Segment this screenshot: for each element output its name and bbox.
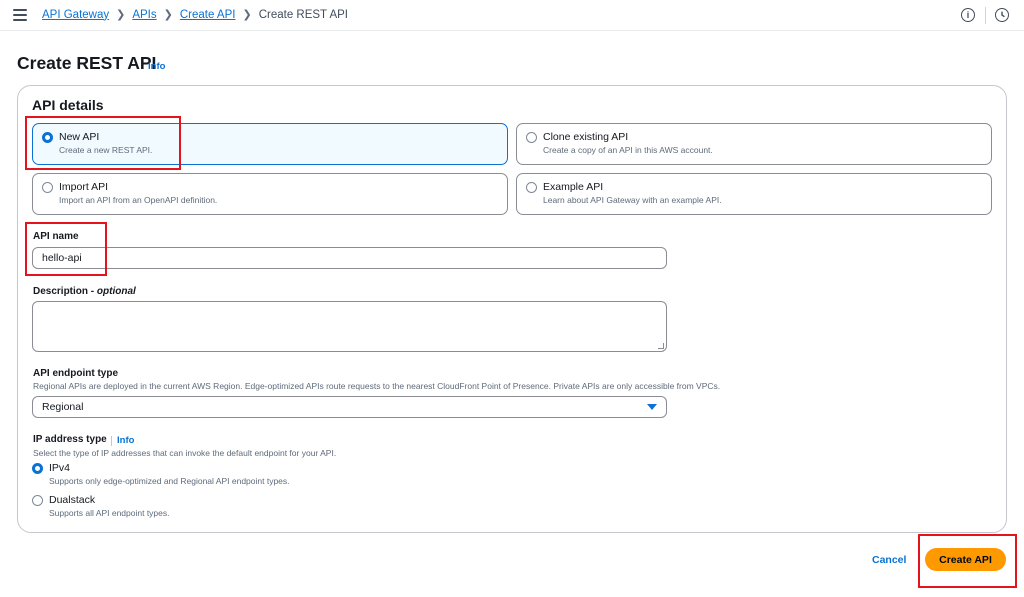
cancel-button[interactable]: Cancel	[872, 554, 906, 566]
page-info-link[interactable]: Info	[148, 61, 165, 72]
breadcrumb-current: Create REST API	[258, 8, 348, 21]
label-divider	[111, 436, 112, 446]
description-textarea[interactable]	[32, 301, 667, 352]
ip-address-type-info-link[interactable]: Info	[117, 435, 134, 446]
clock-icon[interactable]	[995, 8, 1009, 22]
info-circle-icon[interactable]: i	[961, 8, 975, 22]
ip-address-type-label: IP address type	[33, 434, 107, 445]
option-new-api[interactable]: New API Create a new REST API.	[32, 123, 508, 165]
breadcrumb-apis[interactable]: APIs	[132, 9, 156, 21]
option-label: Clone existing API	[543, 131, 629, 143]
description-label-text: Description -	[33, 286, 97, 297]
page-title: Create REST API	[17, 53, 157, 73]
dualstack-label: Dualstack	[49, 494, 96, 506]
api-details-heading: API details	[32, 97, 104, 113]
hamburger-menu-icon[interactable]	[13, 9, 27, 21]
clone-api-radio[interactable]	[526, 132, 537, 143]
chevron-right-icon: ❯	[116, 9, 126, 21]
resize-handle-icon[interactable]	[658, 343, 664, 349]
chevron-right-icon: ❯	[242, 9, 252, 21]
option-description: Learn about API Gateway with an example …	[543, 195, 722, 205]
option-example-api[interactable]: Example API Learn about API Gateway with…	[516, 173, 992, 215]
option-label: Import API	[59, 181, 109, 193]
chevron-right-icon: ❯	[163, 9, 173, 21]
breadcrumb-api-gateway[interactable]: API Gateway	[42, 9, 109, 21]
create-api-button[interactable]: Create API	[925, 548, 1006, 571]
ipv4-radio[interactable]	[32, 463, 43, 474]
dualstack-description: Supports all API endpoint types.	[49, 508, 170, 518]
import-api-radio[interactable]	[42, 182, 53, 193]
endpoint-type-label: API endpoint type	[33, 368, 118, 379]
new-api-radio[interactable]	[42, 132, 53, 143]
clock-hands	[1001, 11, 1005, 18]
option-label: New API	[59, 131, 100, 143]
example-api-radio[interactable]	[526, 182, 537, 193]
endpoint-type-select[interactable]: Regional	[32, 396, 667, 418]
caret-down-icon	[647, 404, 657, 410]
description-optional-text: optional	[96, 286, 136, 297]
dualstack-radio[interactable]	[32, 495, 43, 506]
option-description: Create a new REST API.	[59, 145, 153, 155]
option-clone-existing-api[interactable]: Clone existing API Create a copy of an A…	[516, 123, 992, 165]
endpoint-type-hint: Regional APIs are deployed in the curren…	[33, 381, 721, 391]
breadcrumb-create-api[interactable]: Create API	[180, 9, 236, 21]
option-import-api[interactable]: Import API Import an API from an OpenAPI…	[32, 173, 508, 215]
description-label: Description - optional	[33, 286, 136, 297]
breadcrumb: API Gateway ❯ APIs ❯ Create API ❯ Create…	[42, 8, 348, 22]
api-name-input[interactable]	[32, 247, 667, 269]
top-navigation-bar: API Gateway ❯ APIs ❯ Create API ❯ Create…	[0, 0, 1024, 31]
option-label: Example API	[543, 181, 604, 193]
ip-address-type-hint: Select the type of IP addresses that can…	[33, 448, 337, 458]
toolbar-divider	[985, 7, 986, 24]
option-description: Create a copy of an API in this AWS acco…	[543, 145, 713, 155]
ipv4-description: Supports only edge-optimized and Regiona…	[49, 476, 290, 486]
ipv4-label: IPv4	[49, 462, 71, 474]
api-name-label: API name	[33, 231, 79, 242]
option-description: Import an API from an OpenAPI definition…	[59, 195, 218, 205]
endpoint-type-selected-value: Regional	[42, 401, 84, 413]
